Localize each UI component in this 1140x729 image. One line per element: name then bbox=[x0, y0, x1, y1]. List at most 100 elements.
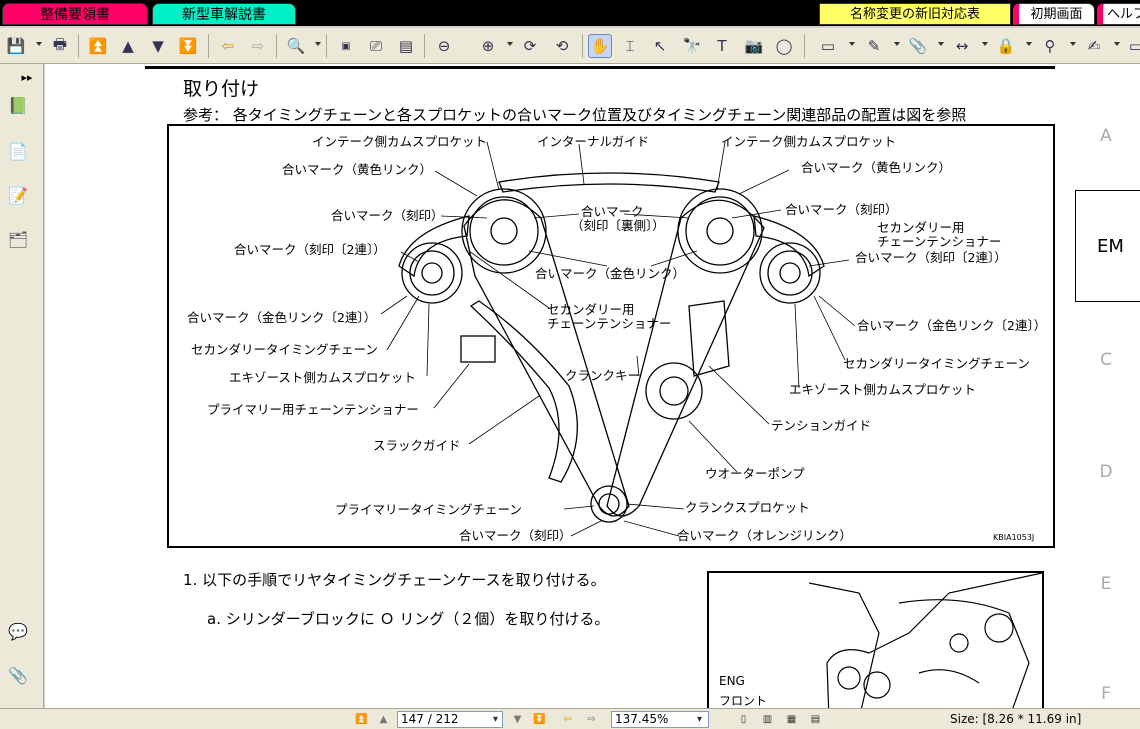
signatures-icon[interactable]: 📝 bbox=[7, 184, 29, 206]
index-d[interactable]: D bbox=[1072, 462, 1140, 482]
chevron-down-icon[interactable] bbox=[315, 42, 321, 46]
label-mark-stamp-right: 合いマーク（刻印） bbox=[785, 202, 898, 217]
note-icon[interactable]: ✎ bbox=[862, 34, 886, 58]
step-1-text: 1. 以下の手順でリヤタイミングチェーンケースを取り付ける。 bbox=[183, 571, 606, 589]
next-page-icon[interactable]: ▼ bbox=[510, 712, 525, 727]
index-f[interactable]: F bbox=[1072, 684, 1140, 704]
label-exhaust-cam-right: エキゾースト側カムスプロケット bbox=[789, 382, 976, 397]
zoom-out-icon[interactable]: ⊖ bbox=[432, 34, 456, 58]
panel-collapse-icon[interactable]: ▸▸ bbox=[16, 66, 38, 88]
back-icon[interactable]: ⇦ bbox=[560, 712, 575, 727]
index-c[interactable]: C bbox=[1072, 350, 1140, 370]
comment-icon[interactable]: ▭ bbox=[816, 34, 840, 58]
label-secondary-tensioner-right-2: チェーンテンショナー bbox=[877, 234, 1001, 249]
sign-icon[interactable]: ✍ bbox=[1082, 34, 1106, 58]
secondary-chain-right bbox=[753, 215, 825, 278]
chevron-down-icon[interactable]: ▾ bbox=[692, 712, 707, 727]
chevron-down-icon[interactable] bbox=[849, 42, 855, 46]
index-a[interactable]: A bbox=[1072, 126, 1140, 146]
label-mark-stamp-back: 合いマーク bbox=[581, 204, 644, 219]
next-page-icon[interactable]: ▼ bbox=[146, 34, 170, 58]
bookmarks-icon[interactable]: 📗 bbox=[7, 94, 29, 116]
toolbar-divider bbox=[424, 34, 425, 58]
label-mark-gold-2-left: 合いマーク（金色リンク〔2連〕） bbox=[187, 310, 376, 325]
forward-icon[interactable]: ⇨ bbox=[246, 34, 270, 58]
zoom-plus-icon[interactable]: ⊕ bbox=[476, 34, 500, 58]
tab-help[interactable]: ヘルフ bbox=[1097, 3, 1140, 25]
chevron-down-icon[interactable] bbox=[507, 42, 513, 46]
toolbar-divider bbox=[276, 34, 277, 58]
tab-new-car-guide[interactable]: 新型車解説書 bbox=[152, 3, 296, 25]
primary-chain-left bbox=[463, 199, 630, 517]
label-exhaust-cam-left: エキゾースト側カムスプロケット bbox=[229, 370, 416, 385]
continuous-facing-icon[interactable]: ▤ bbox=[808, 712, 823, 727]
loupe-icon[interactable]: ◯ bbox=[772, 34, 796, 58]
stamp-icon[interactable]: ⚲ bbox=[1038, 34, 1062, 58]
last-page-icon[interactable]: ⏬ bbox=[176, 34, 200, 58]
last-page-icon[interactable]: ⏬ bbox=[532, 712, 547, 727]
primary-tensioner-shape bbox=[460, 335, 496, 363]
back-icon[interactable]: ⇦ bbox=[216, 34, 240, 58]
tab-initial-screen[interactable]: 初期画面 bbox=[1013, 3, 1095, 25]
first-page-icon[interactable]: ⏫ bbox=[354, 712, 369, 727]
label-mark-stamp-left: 合いマーク（刻印） bbox=[331, 208, 444, 223]
chevron-down-icon[interactable] bbox=[938, 42, 944, 46]
label-water-pump: ウオーターポンプ bbox=[705, 466, 805, 481]
actual-size-icon[interactable]: ▣ bbox=[334, 34, 358, 58]
text-select-icon[interactable]: ⌶ bbox=[618, 34, 642, 58]
chevron-down-icon[interactable]: ▾ bbox=[488, 712, 503, 727]
save-icon[interactable]: 💾 bbox=[4, 34, 28, 58]
zoom-in-icon[interactable]: 🔍 bbox=[284, 34, 308, 58]
continuous-icon[interactable]: ▥ bbox=[760, 712, 775, 727]
index-e[interactable]: E bbox=[1072, 574, 1140, 594]
pages-icon[interactable]: 📄 bbox=[7, 140, 29, 162]
facing-icon[interactable]: ▦ bbox=[784, 712, 799, 727]
label-tension-guide: テンションガイド bbox=[771, 418, 871, 433]
select-icon[interactable]: ↖ bbox=[648, 34, 672, 58]
step-1a-text: a. シリンダーブロックに Ｏ リング（２個）を取り付ける。 bbox=[207, 610, 610, 628]
find-icon[interactable]: 🔭 bbox=[680, 34, 704, 58]
chevron-down-icon[interactable] bbox=[982, 42, 988, 46]
prev-page-icon[interactable]: ▲ bbox=[116, 34, 140, 58]
label-mark-stamp-2-right: 合いマーク（刻印〔2連〕） bbox=[855, 250, 1007, 265]
index-em[interactable]: EM bbox=[1075, 190, 1140, 302]
hand-icon[interactable]: ✋ bbox=[588, 34, 612, 58]
attachments-icon[interactable]: 📎 bbox=[7, 664, 29, 686]
print-icon[interactable]: 🖶 bbox=[48, 34, 72, 58]
tab-maintenance-manual[interactable]: 整備要領書 bbox=[2, 3, 148, 25]
forward-icon[interactable]: ⇨ bbox=[584, 712, 599, 727]
prev-page-icon[interactable]: ▲ bbox=[376, 712, 391, 727]
attach-icon[interactable]: 📎 bbox=[906, 34, 930, 58]
comments-icon[interactable]: 💬 bbox=[7, 620, 29, 642]
rotate-icon[interactable]: ⟲ bbox=[550, 34, 574, 58]
text-tool-icon[interactable]: T bbox=[710, 34, 734, 58]
measure-icon[interactable]: ↔ bbox=[950, 34, 974, 58]
single-page-icon[interactable]: ▯ bbox=[736, 712, 751, 727]
crank-sprocket-shape bbox=[590, 485, 628, 523]
toolbar: 💾 🖶 ⏫ ▲ ▼ ⏬ ⇦ ⇨ 🔍 ▣ ⎚ ▤ ⊖ ⊕ ⟳ ⟲ ✋ ⌶ ↖ 🔭 … bbox=[0, 28, 1140, 64]
chevron-down-icon[interactable] bbox=[1026, 42, 1032, 46]
rotate-icon[interactable]: ⟳ bbox=[518, 34, 542, 58]
label-mark-gold: 合いマーク（金色リンク） bbox=[535, 266, 685, 281]
layers-icon[interactable]: 🗂 bbox=[7, 228, 29, 250]
snapshot-icon[interactable]: 📷 bbox=[742, 34, 766, 58]
chevron-down-icon[interactable] bbox=[894, 42, 900, 46]
label-primary-tensioner: プライマリー用チェーンテンショナー bbox=[207, 402, 419, 417]
page-size-readout: Size: [8.26 * 11.69 in] bbox=[950, 712, 1082, 726]
toolbar-divider bbox=[804, 34, 805, 58]
status-bar: ⏫ ▲ 147 / 212 ▾ ▼ ⏬ ⇦ ⇨ 137.45% ▾ ▯ ▥ ▦ … bbox=[0, 708, 1140, 729]
tab-name-change-table[interactable]: 名称変更の新旧対応表 bbox=[819, 3, 1011, 25]
chevron-down-icon[interactable] bbox=[1114, 42, 1120, 46]
chevron-down-icon[interactable] bbox=[1070, 42, 1076, 46]
document-view[interactable]: 取り付け 参考： 各タイミングチェーンと各スプロケットの合いマーク位置及びタイミ… bbox=[45, 64, 1072, 708]
fit-page-icon[interactable]: ⎚ bbox=[364, 34, 388, 58]
chevron-down-icon[interactable] bbox=[36, 42, 42, 46]
label-crank-sprocket: クランクスプロケット bbox=[685, 500, 810, 515]
fit-width-icon[interactable]: ▤ bbox=[394, 34, 418, 58]
label-secondary-chain-right: セカンダリータイミングチェーン bbox=[843, 356, 1030, 371]
tab-bar: 整備要領書 新型車解説書 名称変更の新旧対応表 初期画面 ヘルフ bbox=[0, 0, 1140, 26]
label-mark-gold-2-right: 合いマーク（金色リンク〔2連〕） bbox=[857, 318, 1046, 333]
lock-icon[interactable]: 🔒 bbox=[994, 34, 1018, 58]
more-icon[interactable]: ▭ bbox=[1124, 34, 1140, 58]
first-page-icon[interactable]: ⏫ bbox=[86, 34, 110, 58]
